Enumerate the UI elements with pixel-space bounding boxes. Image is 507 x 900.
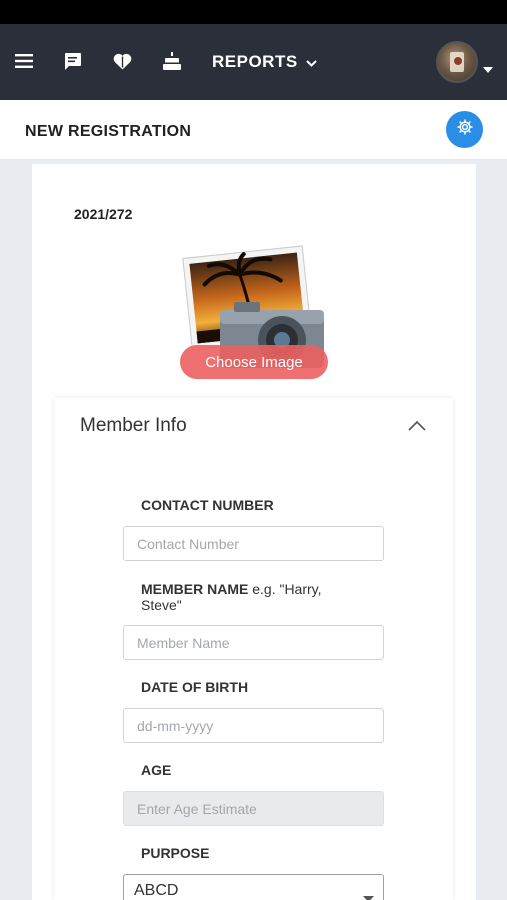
member-info-panel: Member Info CONTACT NUMBER MEMBER NAME e… — [54, 398, 453, 900]
reports-menu[interactable]: REPORTS — [212, 52, 317, 72]
registration-card: 2021/272 Choose Image Member Info CONTAC… — [32, 164, 476, 900]
panel-title: Member Info — [80, 415, 187, 436]
registration-number: 2021/272 — [74, 206, 133, 222]
member-name-label: MEMBER NAME e.g. "Harry, Steve" — [141, 581, 351, 613]
chevron-down-icon — [305, 52, 317, 72]
cake-icon[interactable] — [162, 51, 182, 71]
settings-button[interactable] — [446, 111, 483, 148]
purpose-select[interactable]: ABCD — [123, 874, 384, 900]
status-bar — [0, 0, 507, 24]
date-of-birth-label: DATE OF BIRTH — [141, 679, 249, 695]
menu-icon[interactable] — [14, 51, 34, 71]
heart-icon[interactable] — [112, 51, 132, 71]
gear-icon — [456, 119, 473, 140]
reports-label: REPORTS — [212, 52, 298, 71]
member-name-input[interactable] — [123, 625, 384, 660]
age-input — [123, 791, 384, 826]
age-label: AGE — [141, 762, 172, 778]
avatar[interactable] — [436, 41, 478, 83]
member-name-label-text: MEMBER NAME — [141, 581, 249, 597]
caret-down-icon — [363, 889, 374, 900]
page-title: NEW REGISTRATION — [25, 123, 192, 140]
top-navbar: REPORTS — [0, 24, 507, 100]
contact-number-label: CONTACT NUMBER — [141, 497, 274, 513]
chevron-up-icon[interactable] — [408, 418, 426, 436]
purpose-selected-value: ABCD — [134, 882, 179, 899]
purpose-label: PURPOSE — [141, 845, 210, 861]
caret-down-icon[interactable] — [483, 60, 493, 78]
date-of-birth-input[interactable] — [123, 708, 384, 743]
contact-number-input[interactable] — [123, 526, 384, 561]
page-header: NEW REGISTRATION — [0, 100, 507, 160]
choose-image-button[interactable]: Choose Image — [180, 345, 328, 379]
chat-icon[interactable] — [62, 51, 82, 71]
